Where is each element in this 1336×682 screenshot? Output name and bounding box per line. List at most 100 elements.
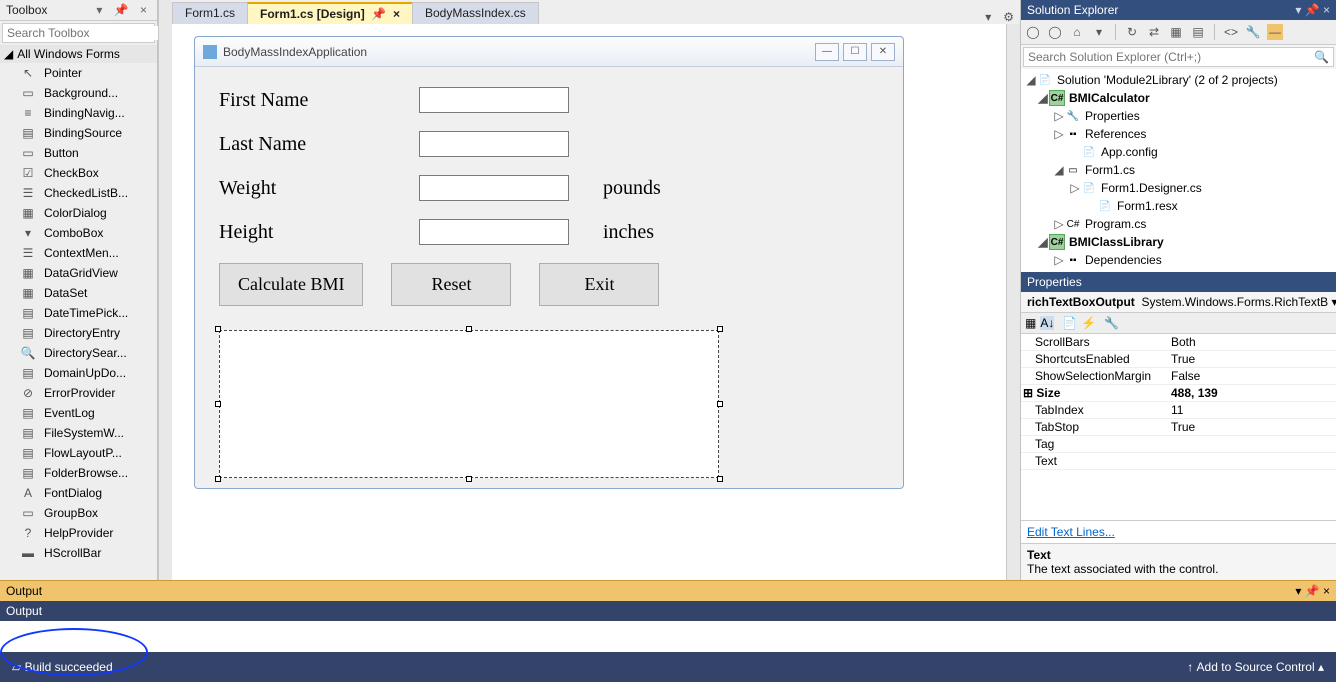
- showall-icon[interactable]: ▦: [1168, 24, 1184, 40]
- property-row[interactable]: Text: [1021, 453, 1336, 470]
- toolbox-item[interactable]: ▤DirectoryEntry: [0, 323, 157, 343]
- toolbox-item[interactable]: ▤EventLog: [0, 403, 157, 423]
- close-button[interactable]: ✕: [871, 43, 895, 61]
- resize-handle[interactable]: [717, 476, 723, 482]
- toolbox-search[interactable]: ×: [2, 23, 155, 43]
- toolbox-item[interactable]: ⊘ErrorProvider: [0, 383, 157, 403]
- document-tab[interactable]: BodyMassIndex.cs: [412, 2, 539, 24]
- reset-button[interactable]: Reset: [391, 263, 511, 306]
- toolbox-item[interactable]: ☰ContextMen...: [0, 243, 157, 263]
- back-icon[interactable]: ◯: [1025, 24, 1041, 40]
- toolbox-item[interactable]: ≡BindingNavig...: [0, 103, 157, 123]
- toolbox-item[interactable]: ↖Pointer: [0, 63, 157, 83]
- categorized-icon[interactable]: ▦: [1025, 316, 1036, 330]
- properties-object[interactable]: richTextBoxOutput System.Windows.Forms.R…: [1021, 292, 1336, 313]
- source-control-dropdown-icon[interactable]: ▴: [1318, 660, 1324, 674]
- refresh-icon[interactable]: ↻: [1124, 24, 1140, 40]
- textbox-weight[interactable]: [419, 175, 569, 201]
- property-value[interactable]: [1171, 454, 1336, 468]
- minimize-button[interactable]: —: [815, 43, 839, 61]
- richtextbox-output[interactable]: [219, 330, 719, 478]
- wrench-icon[interactable]: 🔧: [1104, 316, 1119, 330]
- property-value[interactable]: True: [1171, 352, 1336, 366]
- property-row[interactable]: TabStopTrue: [1021, 419, 1336, 436]
- toolbox-item[interactable]: ?HelpProvider: [0, 523, 157, 543]
- properties-grid[interactable]: ScrollBarsBothShortcutsEnabledTrueShowSe…: [1021, 334, 1336, 520]
- tab-settings-icon[interactable]: ⚙: [997, 10, 1020, 24]
- toolbox-item[interactable]: ▦ColorDialog: [0, 203, 157, 223]
- calculate-button[interactable]: Calculate BMI: [219, 263, 363, 306]
- sync-icon[interactable]: ▾: [1091, 24, 1107, 40]
- solution-tree[interactable]: ◢📄Solution 'Module2Library' (2 of 2 proj…: [1021, 69, 1336, 272]
- highlight-icon[interactable]: —: [1267, 24, 1283, 40]
- events-icon[interactable]: ⚡: [1081, 316, 1096, 330]
- toolbox-item[interactable]: AFontDialog: [0, 483, 157, 503]
- toolbox-item[interactable]: ▤FileSystemW...: [0, 423, 157, 443]
- resize-handle[interactable]: [717, 326, 723, 332]
- property-value[interactable]: 11: [1171, 403, 1336, 417]
- toolbox-item[interactable]: ▦DataGridView: [0, 263, 157, 283]
- toolbox-item[interactable]: ▤FlowLayoutP...: [0, 443, 157, 463]
- toolbox-item[interactable]: ▦DataSet: [0, 283, 157, 303]
- toolbox-item[interactable]: ☰CheckedListB...: [0, 183, 157, 203]
- panel-header-buttons[interactable]: ▾ 📌 ×: [96, 3, 151, 17]
- properties-toolbar[interactable]: ▦ A↓ 📄 ⚡ 🔧: [1021, 313, 1336, 334]
- property-value[interactable]: [1171, 437, 1336, 451]
- toolbox-search-input[interactable]: [7, 26, 162, 40]
- exit-button[interactable]: Exit: [539, 263, 659, 306]
- property-row[interactable]: ShowSelectionMarginFalse: [1021, 368, 1336, 385]
- property-row[interactable]: ShortcutsEnabledTrue: [1021, 351, 1336, 368]
- property-value[interactable]: 488, 139: [1171, 386, 1336, 400]
- wrench-icon[interactable]: 🔧: [1245, 24, 1261, 40]
- maximize-button[interactable]: ☐: [843, 43, 867, 61]
- output-panel-tab[interactable]: Output: [0, 601, 1336, 621]
- edit-text-lines-link[interactable]: Edit Text Lines...: [1021, 520, 1336, 543]
- design-surface[interactable]: BodyMassIndexApplication — ☐ ✕ First Nam…: [172, 24, 1020, 580]
- code-icon[interactable]: <>: [1223, 24, 1239, 40]
- property-row[interactable]: Tag: [1021, 436, 1336, 453]
- winform[interactable]: BodyMassIndexApplication — ☐ ✕ First Nam…: [194, 36, 904, 489]
- toolbox-group[interactable]: ◢ All Windows Forms: [0, 45, 157, 63]
- properties-icon[interactable]: 📄: [1062, 316, 1077, 330]
- toolbox-item[interactable]: ▭Button: [0, 143, 157, 163]
- textbox-height[interactable]: [419, 219, 569, 245]
- toolbox-item[interactable]: ▤BindingSource: [0, 123, 157, 143]
- toolbox-item[interactable]: ▤FolderBrowse...: [0, 463, 157, 483]
- resize-handle[interactable]: [215, 401, 221, 407]
- toolbox-item[interactable]: ▬HScrollBar: [0, 543, 157, 563]
- textbox-firstname[interactable]: [419, 87, 569, 113]
- toolbox-item[interactable]: 🔍DirectorySear...: [0, 343, 157, 363]
- alphabetical-icon[interactable]: A↓: [1040, 316, 1054, 330]
- textbox-lastname[interactable]: [419, 131, 569, 157]
- toolbox-item[interactable]: ☑CheckBox: [0, 163, 157, 183]
- preview-icon[interactable]: ▤: [1190, 24, 1206, 40]
- toolbox-item[interactable]: ▭Background...: [0, 83, 157, 103]
- toolbox-item[interactable]: ▤DomainUpDo...: [0, 363, 157, 383]
- source-control-up-icon[interactable]: ↑: [1187, 660, 1193, 674]
- toolbox-item[interactable]: ▤DateTimePick...: [0, 303, 157, 323]
- add-source-control[interactable]: Add to Source Control: [1197, 660, 1315, 674]
- document-tab[interactable]: Form1.cs: [172, 2, 248, 24]
- tab-dropdown-icon[interactable]: ▾: [979, 10, 997, 24]
- document-tab[interactable]: Form1.cs [Design] 📌 ×: [247, 2, 413, 24]
- property-row[interactable]: ScrollBarsBoth: [1021, 334, 1336, 351]
- panel-header-buttons[interactable]: ▾ 📌 ×: [1295, 3, 1330, 17]
- panel-header-buttons[interactable]: ▾ 📌 ×: [1295, 584, 1330, 598]
- search-icon[interactable]: 🔍: [1314, 50, 1329, 64]
- property-value[interactable]: True: [1171, 420, 1336, 434]
- property-value[interactable]: Both: [1171, 335, 1336, 349]
- home-icon[interactable]: ⌂: [1069, 24, 1085, 40]
- output-panel-header[interactable]: Output ▾ 📌 ×: [0, 580, 1336, 601]
- resize-handle[interactable]: [466, 476, 472, 482]
- solution-search-input[interactable]: [1028, 50, 1314, 64]
- toolbox-scrollbar[interactable]: [158, 0, 172, 580]
- resize-handle[interactable]: [466, 326, 472, 332]
- property-value[interactable]: False: [1171, 369, 1336, 383]
- forward-icon[interactable]: ◯: [1047, 24, 1063, 40]
- property-row[interactable]: TabIndex11: [1021, 402, 1336, 419]
- resize-handle[interactable]: [215, 476, 221, 482]
- solution-toolbar[interactable]: ◯ ◯ ⌂ ▾ ↻ ⇄ ▦ ▤ <> 🔧 —: [1021, 20, 1336, 45]
- designer-scrollbar[interactable]: [1006, 24, 1020, 580]
- resize-handle[interactable]: [717, 401, 723, 407]
- collapse-icon[interactable]: ⇄: [1146, 24, 1162, 40]
